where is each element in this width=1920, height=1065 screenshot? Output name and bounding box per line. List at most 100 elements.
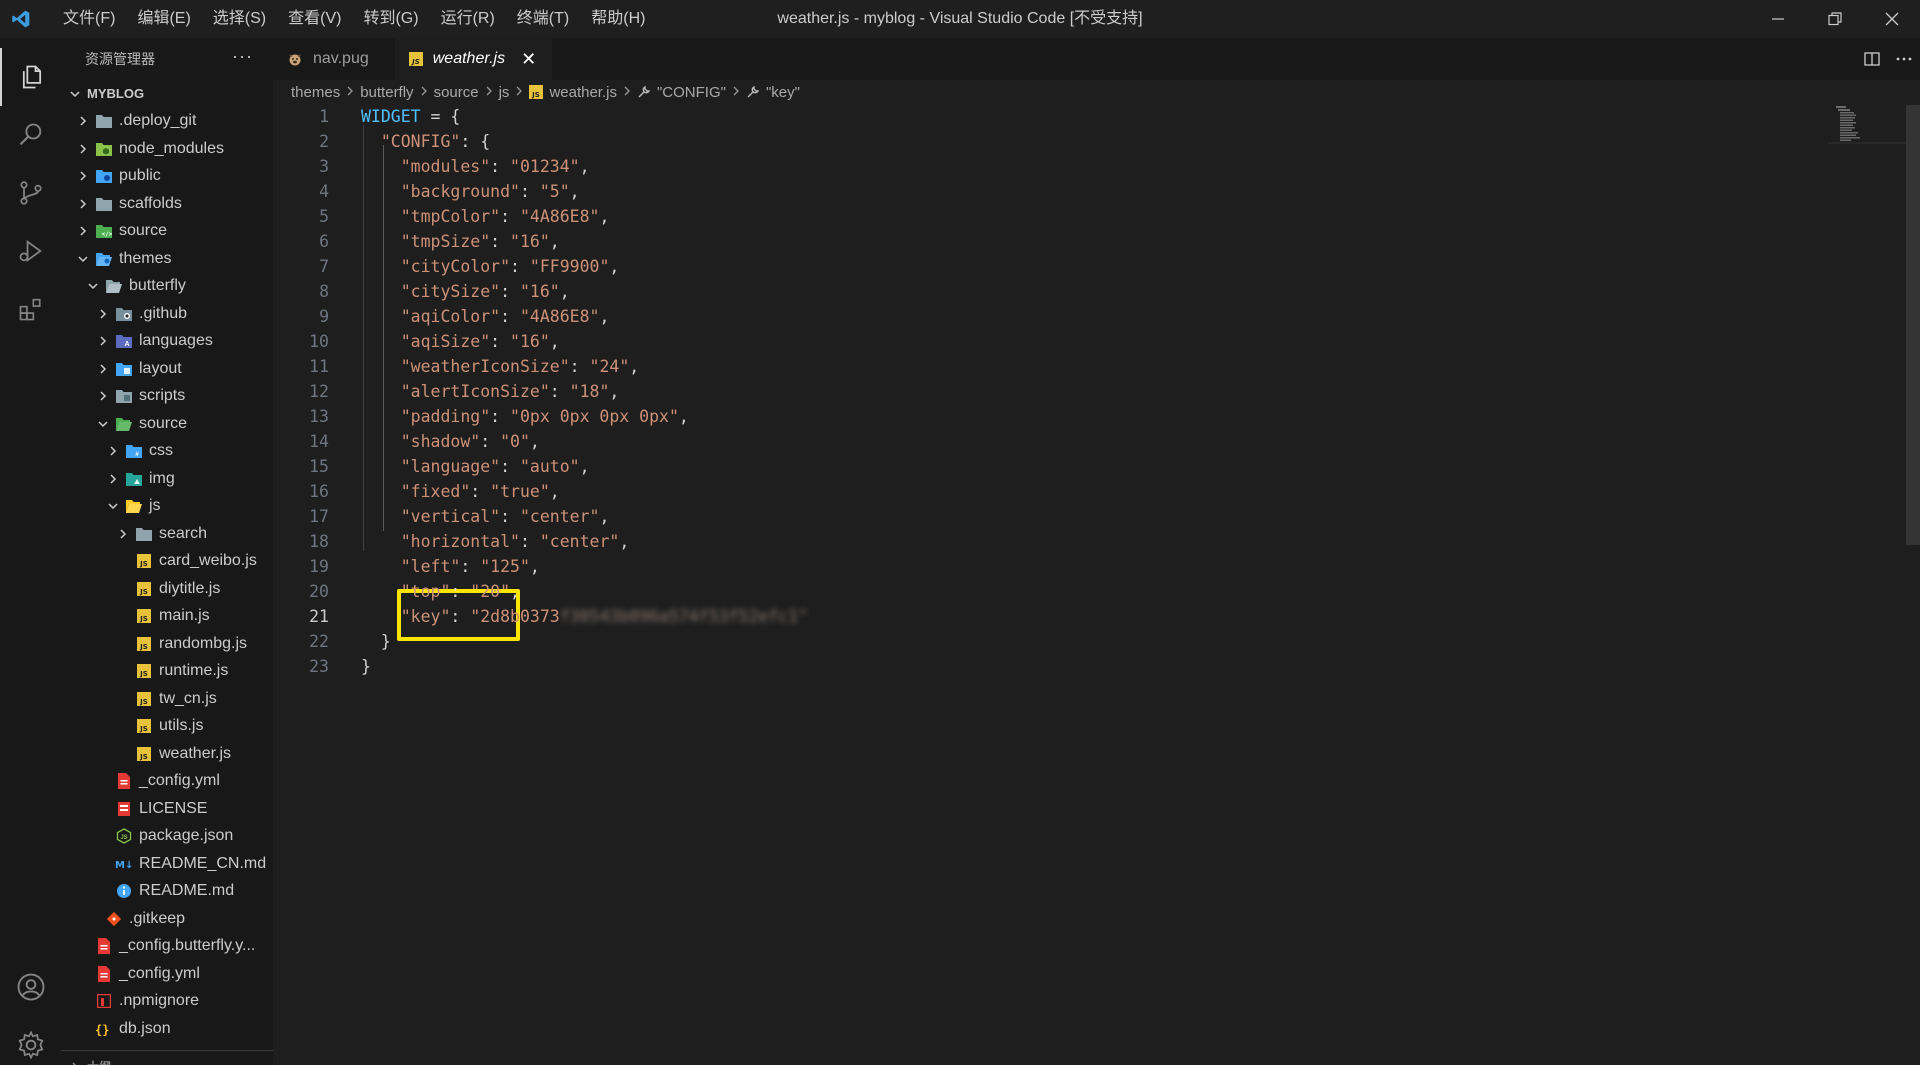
code-line[interactable]: "modules": "01234", [361, 157, 590, 176]
tree-item-label: languages [139, 332, 213, 350]
tree-folder[interactable]: search [61, 520, 273, 548]
tree-folder[interactable]: .github [61, 300, 273, 328]
breadcrumb-item[interactable]: themes [291, 84, 340, 101]
code-line[interactable]: "aqiSize": "16", [361, 332, 560, 351]
code-line[interactable]: "left": "125", [361, 557, 540, 576]
search-icon[interactable] [0, 106, 61, 164]
code-editor[interactable]: 1 WIDGET = {2 "CONFIG": {3 "modules": "01… [273, 105, 1920, 1065]
account-icon[interactable] [0, 958, 61, 1016]
tree-folder[interactable]: node_modules [61, 135, 273, 163]
tree-file[interactable]: JS main.js [61, 603, 273, 631]
tree-file[interactable]: {} db.json [61, 1015, 273, 1043]
minimap[interactable] [1828, 104, 1908, 144]
code-line[interactable]: "aqiColor": "4A86E8", [361, 307, 610, 326]
extensions-icon[interactable] [0, 280, 61, 338]
outline-section-header[interactable]: 大纲 [61, 1053, 111, 1065]
tree-folder[interactable]: butterfly [61, 273, 273, 301]
tab-nav-pug[interactable]: nav.pug [273, 38, 385, 80]
tree-file[interactable]: JS diytitle.js [61, 575, 273, 603]
menu-item[interactable]: 帮助(H) [580, 0, 656, 38]
code-line[interactable]: "weatherIconSize": "24", [361, 357, 639, 376]
more-actions-button[interactable]: ··· [232, 46, 253, 67]
breadcrumb-item[interactable]: "key" [766, 84, 800, 101]
code-line[interactable]: "fixed": "true", [361, 482, 560, 501]
tree-folder[interactable]: .deploy_git [61, 108, 273, 136]
tree-folder[interactable]: js [61, 493, 273, 521]
tree-file[interactable]: M↓ README_CN.md [61, 850, 273, 878]
tree-file[interactable]: .npmignore [61, 988, 273, 1016]
code-line[interactable]: "cityColor": "FF9900", [361, 257, 620, 276]
tree-folder[interactable]: scripts [61, 383, 273, 411]
tree-folder[interactable]: Alanguages [61, 328, 273, 356]
explorer-icon[interactable] [0, 48, 61, 106]
code-line[interactable]: } [361, 632, 391, 651]
run-debug-icon[interactable] [0, 222, 61, 280]
code-line[interactable]: "key": "2d8b0373f30543b096a574f53f52efc1… [361, 607, 808, 626]
line-number: 9 [319, 307, 329, 326]
menu-item[interactable]: 选择(S) [202, 0, 277, 38]
tree-file[interactable]: _config.butterfly.y... [61, 933, 273, 961]
menu-item[interactable]: 文件(F) [52, 0, 126, 38]
code-line[interactable]: "top": "20", [361, 582, 520, 601]
breadcrumb-item[interactable]: "CONFIG" [657, 84, 726, 101]
tree-file[interactable]: JS utils.js [61, 713, 273, 741]
tab-weather-js[interactable]: JS weather.js ✕ [394, 38, 553, 80]
code-line[interactable]: "shadow": "0", [361, 432, 540, 451]
breadcrumb-item[interactable]: js [499, 84, 510, 101]
chevron-down-icon [95, 416, 111, 432]
source-control-icon[interactable] [0, 164, 61, 222]
tree-folder[interactable]: public [61, 163, 273, 191]
code-line[interactable]: WIDGET = { [361, 107, 460, 126]
tree-folder[interactable]: layout [61, 355, 273, 383]
settings-gear-icon[interactable] [0, 1016, 61, 1065]
menu-item[interactable]: 查看(V) [277, 0, 352, 38]
tree-file[interactable]: JS weather.js [61, 740, 273, 768]
tree-file[interactable]: .gitkeep [61, 905, 273, 933]
line-number: 15 [309, 457, 329, 476]
code-line[interactable]: "horizontal": "center", [361, 532, 630, 551]
code-line[interactable]: "language": "auto", [361, 457, 590, 476]
breadcrumb-item[interactable]: source [434, 84, 479, 101]
tree-file[interactable]: JS package.json [61, 823, 273, 851]
tree-folder[interactable]: # css [61, 438, 273, 466]
breadcrumb-item[interactable]: butterfly [360, 84, 413, 101]
split-editor-icon[interactable] [1856, 50, 1888, 68]
tree-file[interactable]: README.md [61, 878, 273, 906]
menu-item[interactable]: 转到(G) [352, 0, 429, 38]
tree-file[interactable]: JS card_weibo.js [61, 548, 273, 576]
breadcrumb-item[interactable]: weather.js [549, 84, 617, 101]
code-line[interactable]: "vertical": "center", [361, 507, 610, 526]
tree-folder[interactable]: </> source [61, 218, 273, 246]
tree-file[interactable]: JS tw_cn.js [61, 685, 273, 713]
more-editor-actions-icon[interactable] [1888, 50, 1920, 68]
restore-button[interactable] [1806, 0, 1863, 38]
tree-folder[interactable]: themes [61, 245, 273, 273]
chevron-right-icon [623, 84, 631, 101]
minimize-button[interactable] [1749, 0, 1806, 38]
tree-folder[interactable]: scaffolds [61, 190, 273, 218]
tree-item-label: LICENSE [139, 799, 208, 817]
code-line[interactable]: "tmpColor": "4A86E8", [361, 207, 610, 226]
code-line[interactable]: "padding": "0px 0px 0px 0px", [361, 407, 689, 426]
tree-folder[interactable]: img [61, 465, 273, 493]
tree-file[interactable]: LICENSE [61, 795, 273, 823]
code-line[interactable]: "tmpSize": "16", [361, 232, 560, 251]
code-line[interactable]: "citySize": "16", [361, 282, 570, 301]
code-line[interactable]: "background": "5", [361, 182, 580, 201]
close-window-button[interactable] [1863, 0, 1920, 38]
code-line[interactable]: } [361, 657, 371, 676]
svg-text:JS: JS [532, 91, 541, 99]
tree-file[interactable]: JS runtime.js [61, 658, 273, 686]
menu-item[interactable]: 编辑(E) [126, 0, 201, 38]
code-line[interactable]: "alertIconSize": "18", [361, 382, 620, 401]
scrollbar-thumb[interactable] [1906, 105, 1920, 545]
menu-item[interactable]: 运行(R) [430, 0, 506, 38]
menu-item[interactable]: 终端(T) [506, 0, 580, 38]
close-tab-button[interactable]: ✕ [521, 49, 536, 70]
tree-file[interactable]: _config.yml [61, 960, 273, 988]
tree-file[interactable]: _config.yml [61, 768, 273, 796]
code-line[interactable]: "CONFIG": { [361, 132, 490, 151]
tree-folder[interactable]: source [61, 410, 273, 438]
workspace-root[interactable]: MYBLOG [61, 80, 273, 108]
tree-file[interactable]: JS randombg.js [61, 630, 273, 658]
